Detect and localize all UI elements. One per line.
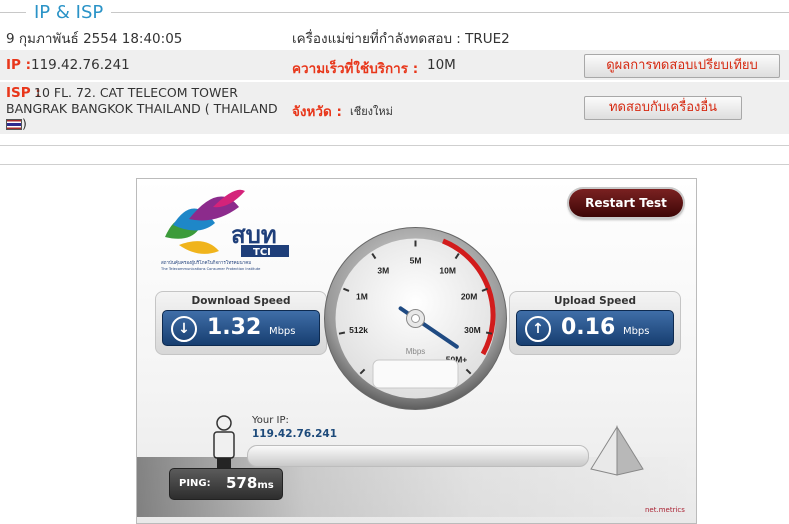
server-pyramid-icon (590, 425, 644, 476)
tci-logo: สบท TCI สถาบันคุ้มครองผู้บริโภคในกิจการโ… (160, 189, 289, 271)
gauge-tick-label: 10M (439, 265, 456, 275)
gauge-tick-label: 30M (464, 325, 481, 335)
download-label: Download Speed (191, 295, 291, 307)
speed-value: 10M (427, 57, 456, 73)
gauge-tick-label: 20M (461, 291, 478, 301)
isp-line2: BANGRAK BANGKOK THAILAND ( THAILAND (6, 101, 278, 116)
header-divider (0, 12, 789, 13)
isp-line1: 10 FL. 72. CAT TELECOM TOWER (34, 85, 238, 100)
compare-results-button[interactable]: ดูผลการทดสอบเปรียบเทียบ (584, 54, 780, 78)
upload-label: Upload Speed (554, 295, 636, 307)
download-arrow-icon: ↓ (171, 316, 197, 342)
datetime: 9 กุมภาพันธ์ 2554 18:40:05 (6, 31, 183, 47)
ping-value: 578ms (226, 474, 274, 492)
divider (0, 145, 789, 146)
speed-label: ความเร็วที่ใช้บริการ : (292, 61, 419, 77)
download-speed-panel: Download Speed ↓ 1.32 Mbps (155, 291, 327, 355)
ip-label: IP : (6, 57, 32, 73)
ip-value: 119.42.76.241 (31, 57, 130, 73)
your-ip-value: 119.42.76.241 (252, 428, 338, 440)
speedtest-widget: สบท TCI สถาบันคุ้มครองผู้บริโภคในกิจการโ… (136, 178, 697, 524)
upload-speed-value: 0.16 Mbps (561, 315, 650, 340)
gauge-tick-label: 512k (349, 325, 368, 335)
logo-sub: TCI (253, 247, 271, 258)
speed-gauge: 512k1M3M5M10M20M30M50M+ Mbps (324, 227, 507, 410)
your-ip-label: Your IP: (252, 415, 289, 426)
isp-line3: ) (6, 116, 27, 131)
divider (0, 164, 789, 165)
gauge-tick (338, 331, 346, 335)
page-title: IP & ISP (26, 2, 112, 23)
gauge-tick-label: 5M (410, 256, 422, 266)
province-value: เชียงใหม่ (350, 105, 393, 118)
server-label: เครื่องแม่ข่ายที่กำลังทดสอบ : TRUE2 (292, 31, 510, 47)
gauge-tick-label: 1M (356, 291, 368, 301)
gauge-tick (485, 331, 493, 335)
info-row-isp: ISP : 10 FL. 72. CAT TELECOM TOWER BANGR… (0, 82, 789, 134)
gauge-unit: Mbps (406, 347, 426, 356)
logo-text: สบท (231, 221, 277, 249)
download-speed-value: 1.32 Mbps (207, 315, 296, 340)
gauge-tick-label: 3M (377, 265, 389, 275)
restart-test-button[interactable]: Restart Test (569, 189, 683, 217)
logo-caption-en: The Telecommunications Consumer Protecti… (160, 267, 261, 271)
logo-caption-thai: สถาบันคุ้มครองผู้บริโภคในกิจการโทรคมนาคม (161, 259, 251, 266)
info-row-ip: IP : 119.42.76.241 ความเร็วที่ใช้บริการ … (0, 50, 789, 80)
connection-track (247, 445, 589, 467)
upload-arrow-icon: ↑ (525, 316, 551, 342)
info-row-date: 9 กุมภาพันธ์ 2554 18:40:05 เครื่องแม่ข่า… (0, 22, 789, 48)
thailand-flag-icon (6, 119, 22, 130)
upload-speed-panel: Upload Speed ↑ 0.16 Mbps (509, 291, 681, 355)
province-label: จังหวัด : (292, 104, 342, 120)
ping-label: PING: (179, 478, 211, 489)
test-other-server-button[interactable]: ทดสอบกับเครื่องอื่น (584, 96, 742, 120)
net-metrics-brand: net.metrics (645, 506, 685, 514)
ping-display: PING: 578ms (169, 468, 283, 500)
